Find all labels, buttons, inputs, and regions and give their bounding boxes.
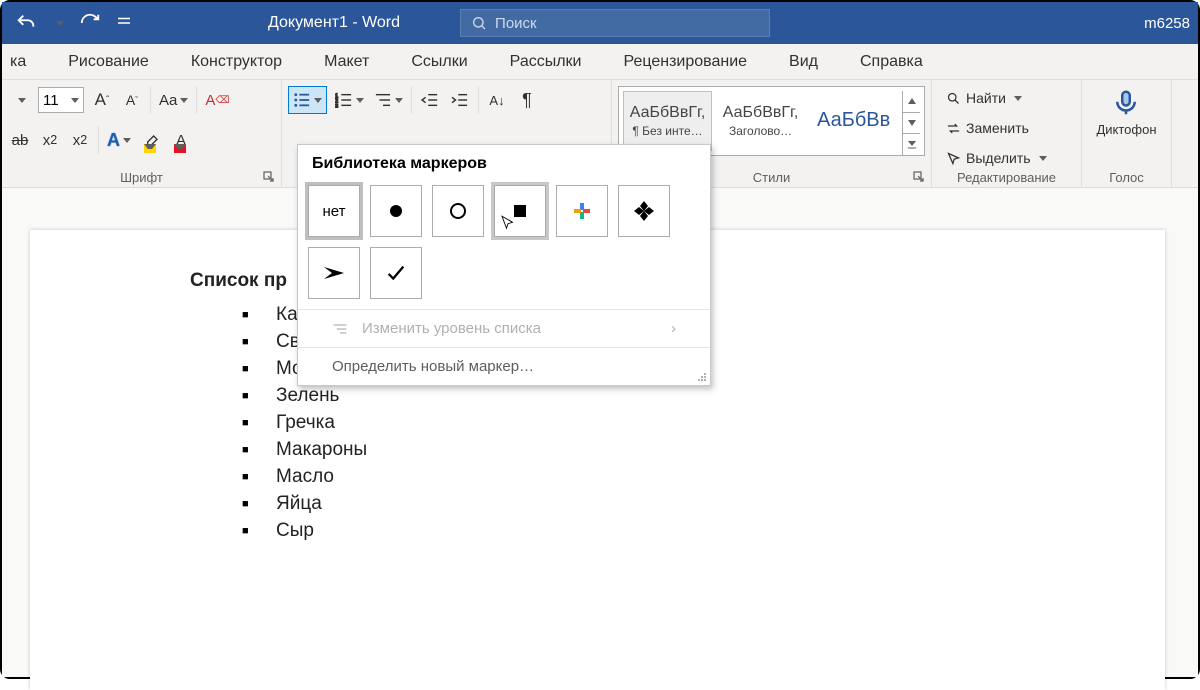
subscript-icon[interactable]: x2 <box>38 126 62 154</box>
group-label-editing: Редактирование <box>932 170 1081 185</box>
tab-mailings[interactable]: Рассылки <box>508 49 584 75</box>
list-item: Зелень <box>242 385 1005 407</box>
bullet-4color[interactable] <box>556 185 608 237</box>
list-item: Яйца <box>242 493 1005 515</box>
svg-text:3: 3 <box>335 104 338 108</box>
list-item: Макароны <box>242 439 1005 461</box>
dictate-button[interactable]: Диктофон <box>1094 86 1158 137</box>
bullet-check[interactable] <box>370 247 422 299</box>
multilevel-list-button[interactable] <box>372 86 405 114</box>
change-case-button[interactable]: Aa <box>157 86 190 114</box>
font-name-dropdown[interactable] <box>8 86 32 114</box>
increase-indent-icon[interactable] <box>448 86 472 114</box>
font-color-button[interactable]: A <box>169 126 193 154</box>
styles-expand-icon[interactable] <box>903 134 920 155</box>
cursor-icon <box>946 151 961 166</box>
bullet-circle[interactable] <box>432 185 484 237</box>
tab-layout[interactable]: Макет <box>322 49 371 75</box>
list-item: Гречка <box>242 412 1005 434</box>
decrease-indent-icon[interactable] <box>418 86 442 114</box>
quick-access-customize-icon[interactable] <box>110 9 138 37</box>
bullets-icon <box>293 92 311 108</box>
strikethrough-icon[interactable]: ab <box>8 126 32 154</box>
change-level-icon <box>332 322 348 336</box>
bullets-button[interactable] <box>288 86 327 114</box>
bullet-popup-title: Библиотека маркеров <box>298 145 710 181</box>
styles-scroll-up-icon[interactable] <box>903 91 920 113</box>
style-heading2[interactable]: АаБбВв <box>809 91 898 151</box>
show-marks-icon[interactable]: ¶ <box>515 86 539 114</box>
tab-review[interactable]: Рецензирование <box>621 49 749 75</box>
bullet-square[interactable] <box>494 185 546 237</box>
undo-dropdown[interactable] <box>46 9 70 37</box>
group-label-voice: Голос <box>1082 170 1171 185</box>
chevron-right-icon: › <box>671 320 676 337</box>
tab-drawing[interactable]: Рисование <box>66 49 151 75</box>
undo-icon[interactable] <box>12 9 40 37</box>
tab-help[interactable]: Справка <box>858 49 925 75</box>
microphone-icon <box>1111 86 1141 120</box>
tab-cut[interactable]: ка <box>8 49 28 75</box>
search-icon <box>471 15 487 31</box>
select-button[interactable]: Выделить <box>944 144 1069 172</box>
user-label[interactable]: m6258 <box>1144 15 1190 32</box>
style-no-spacing[interactable]: АаБбВвГг, ¶ Без инте… <box>623 91 712 151</box>
redo-icon[interactable] <box>76 9 104 37</box>
list-item: Масло <box>242 466 1005 488</box>
font-dialog-launcher-icon[interactable] <box>263 170 277 184</box>
font-size-value: 11 <box>43 92 59 109</box>
styles-scroll-down-icon[interactable] <box>903 113 920 135</box>
bullet-disc[interactable] <box>370 185 422 237</box>
bullet-library-popup: Библиотека маркеров нет Изменить уровень… <box>297 144 711 386</box>
mouse-cursor-icon <box>499 214 517 232</box>
sort-icon[interactable]: A↓ <box>485 86 509 114</box>
tab-design[interactable]: Конструктор <box>189 49 284 75</box>
tab-view[interactable]: Вид <box>787 49 820 75</box>
find-button[interactable]: Найти <box>944 84 1069 112</box>
title-bar: Документ1 - Word Поиск m6258 <box>2 2 1198 44</box>
tab-references[interactable]: Ссылки <box>409 49 469 75</box>
resize-grip-icon[interactable] <box>697 372 707 382</box>
styles-dialog-launcher-icon[interactable] <box>913 170 927 184</box>
bullet-none[interactable]: нет <box>308 185 360 237</box>
list-item: Сыр <box>242 520 1005 542</box>
font-size-input[interactable]: 11 <box>38 87 84 113</box>
highlighter-icon <box>143 132 159 148</box>
change-list-level: Изменить уровень списка › <box>298 309 710 347</box>
search-placeholder: Поиск <box>495 15 537 32</box>
replace-icon <box>946 121 961 136</box>
replace-button[interactable]: Заменить <box>944 114 1069 142</box>
grow-font-icon[interactable]: Aˆ <box>90 86 114 114</box>
search-input[interactable]: Поиск <box>460 9 770 37</box>
find-icon <box>946 91 961 106</box>
numbering-button[interactable]: 123 <box>333 86 366 114</box>
document-title: Документ1 - Word <box>268 14 400 32</box>
superscript-icon[interactable]: x2 <box>68 126 92 154</box>
define-new-bullet[interactable]: Определить новый маркер… <box>298 347 710 385</box>
bullet-arrow[interactable] <box>308 247 360 299</box>
group-label-font: Шрифт <box>2 170 281 185</box>
multilevel-icon <box>374 92 392 108</box>
style-heading[interactable]: АаБбВвГг, Заголово… <box>716 91 805 151</box>
highlight-color-button[interactable] <box>139 126 163 154</box>
shrink-font-icon[interactable]: Aˇ <box>120 86 144 114</box>
numbering-icon: 123 <box>335 92 353 108</box>
clear-formatting-icon[interactable]: A⌫ <box>203 86 231 114</box>
bullet-diamond4[interactable] <box>618 185 670 237</box>
ribbon-tabs: ка Рисование Конструктор Макет Ссылки Ра… <box>2 44 1198 80</box>
text-effects-button[interactable]: A <box>105 126 133 154</box>
